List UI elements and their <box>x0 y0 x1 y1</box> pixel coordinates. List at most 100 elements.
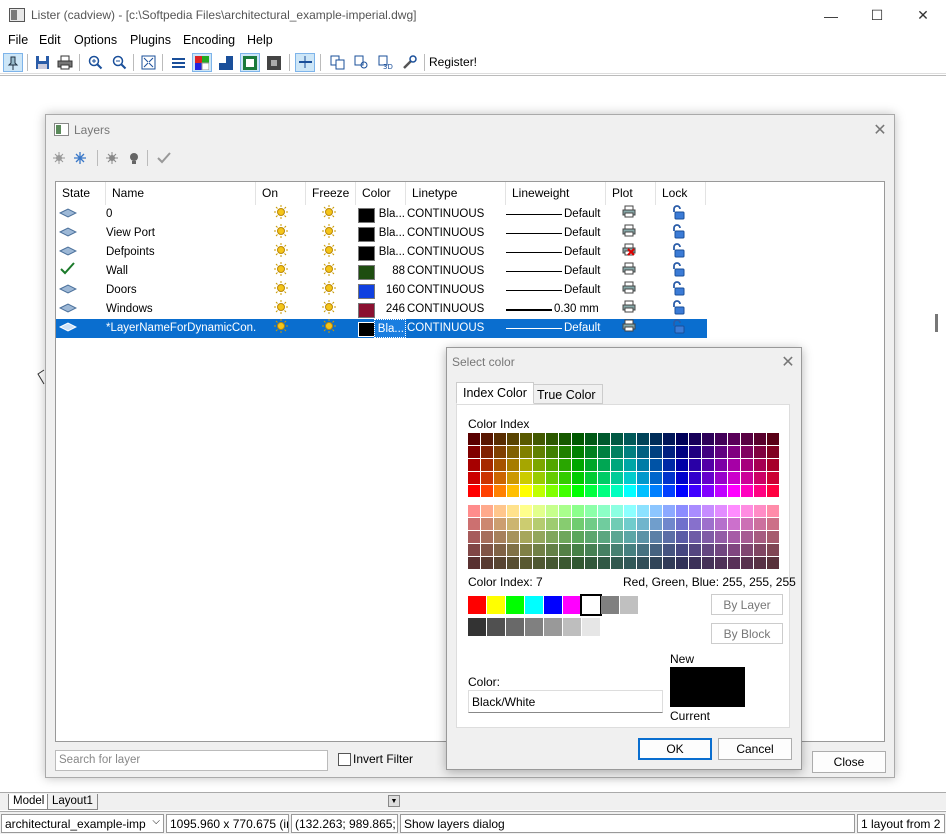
tab-layout1[interactable]: Layout1 <box>47 794 98 810</box>
palette-color-cell[interactable] <box>598 531 610 543</box>
palette-color-cell[interactable] <box>715 557 727 569</box>
palette-color-cell[interactable] <box>741 472 753 484</box>
palette-color-cell[interactable] <box>494 485 506 497</box>
palette-color-cell[interactable] <box>559 518 571 530</box>
column-header-name[interactable]: Name <box>106 182 256 205</box>
sun-on-icon[interactable] <box>274 300 292 319</box>
palette-color-cell[interactable] <box>546 544 558 556</box>
layer-state-icon[interactable] <box>59 243 79 262</box>
palette-color-cell[interactable] <box>702 472 714 484</box>
bw-icon[interactable] <box>216 53 236 72</box>
unlock-icon[interactable] <box>671 243 689 262</box>
palette-color-cell[interactable] <box>754 446 766 458</box>
palette-color-cell[interactable] <box>767 433 779 445</box>
palette-color-cell[interactable] <box>676 518 688 530</box>
palette-color-cell[interactable] <box>481 472 493 484</box>
palette-color-cell[interactable] <box>624 505 636 517</box>
palette-color-cell[interactable] <box>507 557 519 569</box>
palette-color-cell[interactable] <box>676 544 688 556</box>
palette-color-cell[interactable] <box>572 544 584 556</box>
palette-color-cell[interactable] <box>559 446 571 458</box>
palette-color-cell[interactable] <box>728 472 740 484</box>
palette-color-cell[interactable] <box>585 433 597 445</box>
palette-color-cell[interactable] <box>650 485 662 497</box>
palette-color-cell[interactable] <box>598 544 610 556</box>
sun-on-icon[interactable] <box>274 281 292 300</box>
palette-color-cell[interactable] <box>728 505 740 517</box>
palette-color-cell[interactable] <box>546 433 558 445</box>
palette-color-cell[interactable] <box>559 472 571 484</box>
layers-close-icon[interactable]: ✕ <box>869 119 891 141</box>
palette-color-cell[interactable] <box>546 485 558 497</box>
palette-color-cell[interactable] <box>754 485 766 497</box>
palette-color-cell[interactable] <box>585 518 597 530</box>
palette-color-cell[interactable] <box>559 459 571 471</box>
tab-model[interactable]: Model <box>8 794 50 810</box>
color-label[interactable]: 246 <box>374 300 406 319</box>
palette-color-cell[interactable] <box>676 531 688 543</box>
palette-color-cell[interactable] <box>559 505 571 517</box>
palette-color-cell[interactable] <box>507 485 519 497</box>
sun-thaw-icon[interactable] <box>322 300 340 319</box>
minimize-button[interactable]: — <box>808 0 854 31</box>
palette-color-cell[interactable] <box>559 531 571 543</box>
palette-color-cell[interactable] <box>546 505 558 517</box>
unlock-icon[interactable] <box>671 319 689 338</box>
layer-name[interactable]: Defpoints <box>106 243 256 262</box>
color-label[interactable]: 88 <box>374 262 406 281</box>
menu-edit[interactable]: Edit <box>39 33 61 47</box>
palette-color-cell[interactable] <box>611 531 623 543</box>
palette-color-cell[interactable] <box>702 544 714 556</box>
gray-colors[interactable] <box>468 618 648 636</box>
table-row[interactable]: Doors 160 CONTINUOUS Default <box>56 281 707 300</box>
palette-color-cell[interactable] <box>546 518 558 530</box>
unlock-icon[interactable] <box>671 281 689 300</box>
palette-color-cell[interactable] <box>767 544 779 556</box>
palette-color-cell[interactable] <box>754 544 766 556</box>
palette-color-cell[interactable] <box>533 505 545 517</box>
palette-color-cell[interactable] <box>650 505 662 517</box>
palette-color-cell[interactable] <box>754 518 766 530</box>
palette-color-cell[interactable] <box>702 505 714 517</box>
palette-color-cell[interactable] <box>559 485 571 497</box>
palette-color-cell[interactable] <box>702 446 714 458</box>
palette-color-cell[interactable] <box>585 485 597 497</box>
printer-icon[interactable] <box>622 281 640 300</box>
table-row[interactable]: View Port Bla... CONTINUOUS Default <box>56 224 707 243</box>
palette-color-cell[interactable] <box>507 544 519 556</box>
tab-true-color[interactable]: True Color <box>530 384 603 404</box>
sun-thaw-icon[interactable] <box>322 224 340 243</box>
layer-state-icon[interactable] <box>59 300 79 319</box>
palette-color-cell[interactable] <box>715 433 727 445</box>
palette-color-cell[interactable] <box>754 459 766 471</box>
palette-color-cell[interactable] <box>689 505 701 517</box>
palette-color-cell[interactable] <box>624 446 636 458</box>
palette-color-cell[interactable] <box>507 472 519 484</box>
gray-color-cell[interactable] <box>525 618 543 636</box>
palette-color-cell[interactable] <box>533 518 545 530</box>
palette-color-cell[interactable] <box>741 544 753 556</box>
palette-color-cell[interactable] <box>702 531 714 543</box>
palette-color-cell[interactable] <box>637 557 649 569</box>
column-header-lock[interactable]: Lock <box>656 182 706 205</box>
palette-color-cell[interactable] <box>663 485 675 497</box>
palette-color-cell[interactable] <box>468 557 480 569</box>
palette-color-cell[interactable] <box>637 531 649 543</box>
palette-color-cell[interactable] <box>663 531 675 543</box>
chevron-down-icon[interactable]: ⌵ <box>152 816 160 827</box>
palette-color-cell[interactable] <box>572 518 584 530</box>
palette-color-cell[interactable] <box>507 518 519 530</box>
palette-color-cell[interactable] <box>507 505 519 517</box>
palette-color-cell[interactable] <box>624 544 636 556</box>
lineweight[interactable]: Default <box>564 243 614 262</box>
palette-color-cell[interactable] <box>767 459 779 471</box>
palette-color-cell[interactable] <box>481 518 493 530</box>
palette-color-cell[interactable] <box>520 446 532 458</box>
find-icon[interactable] <box>351 53 371 72</box>
color-label[interactable]: Bla... <box>374 205 406 224</box>
palette-color-cell[interactable] <box>598 459 610 471</box>
palette-color-cell[interactable] <box>520 485 532 497</box>
lineweight[interactable]: 0.30 mm <box>554 300 604 319</box>
palette-color-cell[interactable] <box>468 446 480 458</box>
palette-color-cell[interactable] <box>702 485 714 497</box>
